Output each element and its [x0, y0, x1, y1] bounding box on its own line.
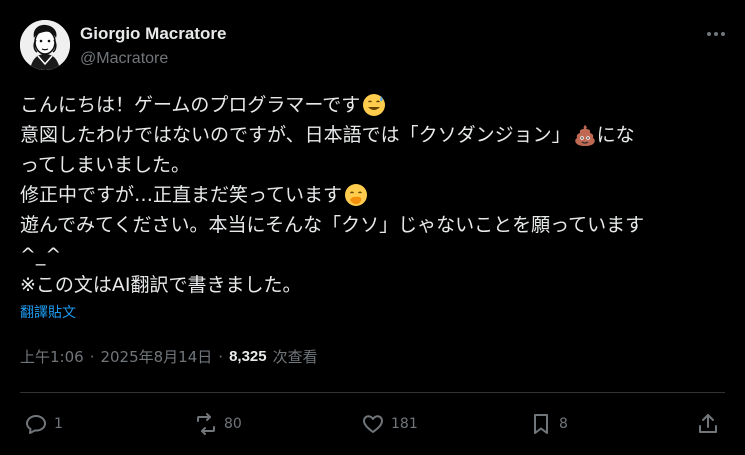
- like-icon: [363, 415, 383, 433]
- more-icon[interactable]: [703, 24, 729, 44]
- bookmark-icon: [534, 414, 548, 434]
- post-line: 遊んでみてください。本当にそんな「クソ」じゃないことを願っています: [20, 210, 730, 240]
- post-date[interactable]: 2025年8月14日: [100, 346, 212, 367]
- share-button[interactable]: [696, 410, 720, 438]
- author-handle[interactable]: @Macratore: [80, 50, 168, 68]
- post-line: 意図したわけではないのですが、日本語では「クソダンジョン」 にな: [20, 120, 730, 150]
- translate-post-link[interactable]: 翻譯貼文: [20, 302, 76, 322]
- post-meta: 上午1:06 · 2025年8月14日 · 8,325 次查看: [20, 346, 318, 367]
- sweat-smile-emoji: [363, 94, 386, 116]
- meta-separator: ·: [218, 347, 224, 366]
- post-time[interactable]: 上午1:06: [20, 346, 84, 367]
- post-line-tail: にな: [596, 124, 635, 146]
- bookmark-count: 8: [559, 416, 568, 432]
- post-line-text: ってしまいました。: [20, 154, 191, 176]
- like-button[interactable]: 181: [361, 410, 418, 438]
- views-count: 8,325: [229, 348, 267, 365]
- post-line: ってしまいました。: [20, 150, 730, 180]
- like-count: 181: [391, 416, 418, 432]
- avatar[interactable]: [20, 20, 70, 70]
- bookmark-button[interactable]: 8: [529, 410, 568, 438]
- post-line-text: 意図したわけではないのですが、日本語では「クソダンジョン」: [20, 124, 571, 146]
- poop-emoji: [574, 125, 595, 146]
- action-bar: 1 80 181 8: [24, 410, 724, 438]
- divider: [20, 392, 725, 393]
- repost-icon: [197, 413, 215, 435]
- reply-icon: [26, 415, 46, 434]
- post-line: ※この文はAI翻訳で書きました。: [20, 270, 730, 300]
- post-line-text: こんにちは！ゲームのプログラマーです: [20, 94, 361, 116]
- post-line: こんにちは！ゲームのプログラマーです: [20, 90, 730, 120]
- avatar-portrait-image: [20, 20, 70, 70]
- repost-button[interactable]: 80: [194, 410, 242, 438]
- meta-separator: ·: [89, 347, 95, 366]
- post-line-text: ^_^: [20, 244, 62, 266]
- post-line-text: ※この文はAI翻訳で書きました。: [20, 274, 302, 296]
- hand-over-mouth-emoji: [345, 184, 368, 206]
- post-line: ^_^: [20, 240, 730, 270]
- author-name[interactable]: Giorgio Macratore: [80, 24, 226, 44]
- post-text: こんにちは！ゲームのプログラマーです 意図したわけではないのですが、日本語では「…: [20, 90, 730, 300]
- reply-button[interactable]: 1: [24, 410, 63, 438]
- post-line: 修正中ですが…正直まだ笑っています: [20, 180, 730, 210]
- views-label: 次查看: [272, 348, 318, 366]
- share-icon: [699, 414, 717, 433]
- repost-count: 80: [224, 416, 242, 432]
- post-line-text: 修正中ですが…正直まだ笑っています: [20, 184, 343, 206]
- post-line-text: 遊んでみてください。本当にそんな「クソ」じゃないことを願っています: [20, 214, 645, 236]
- reply-count: 1: [54, 416, 63, 432]
